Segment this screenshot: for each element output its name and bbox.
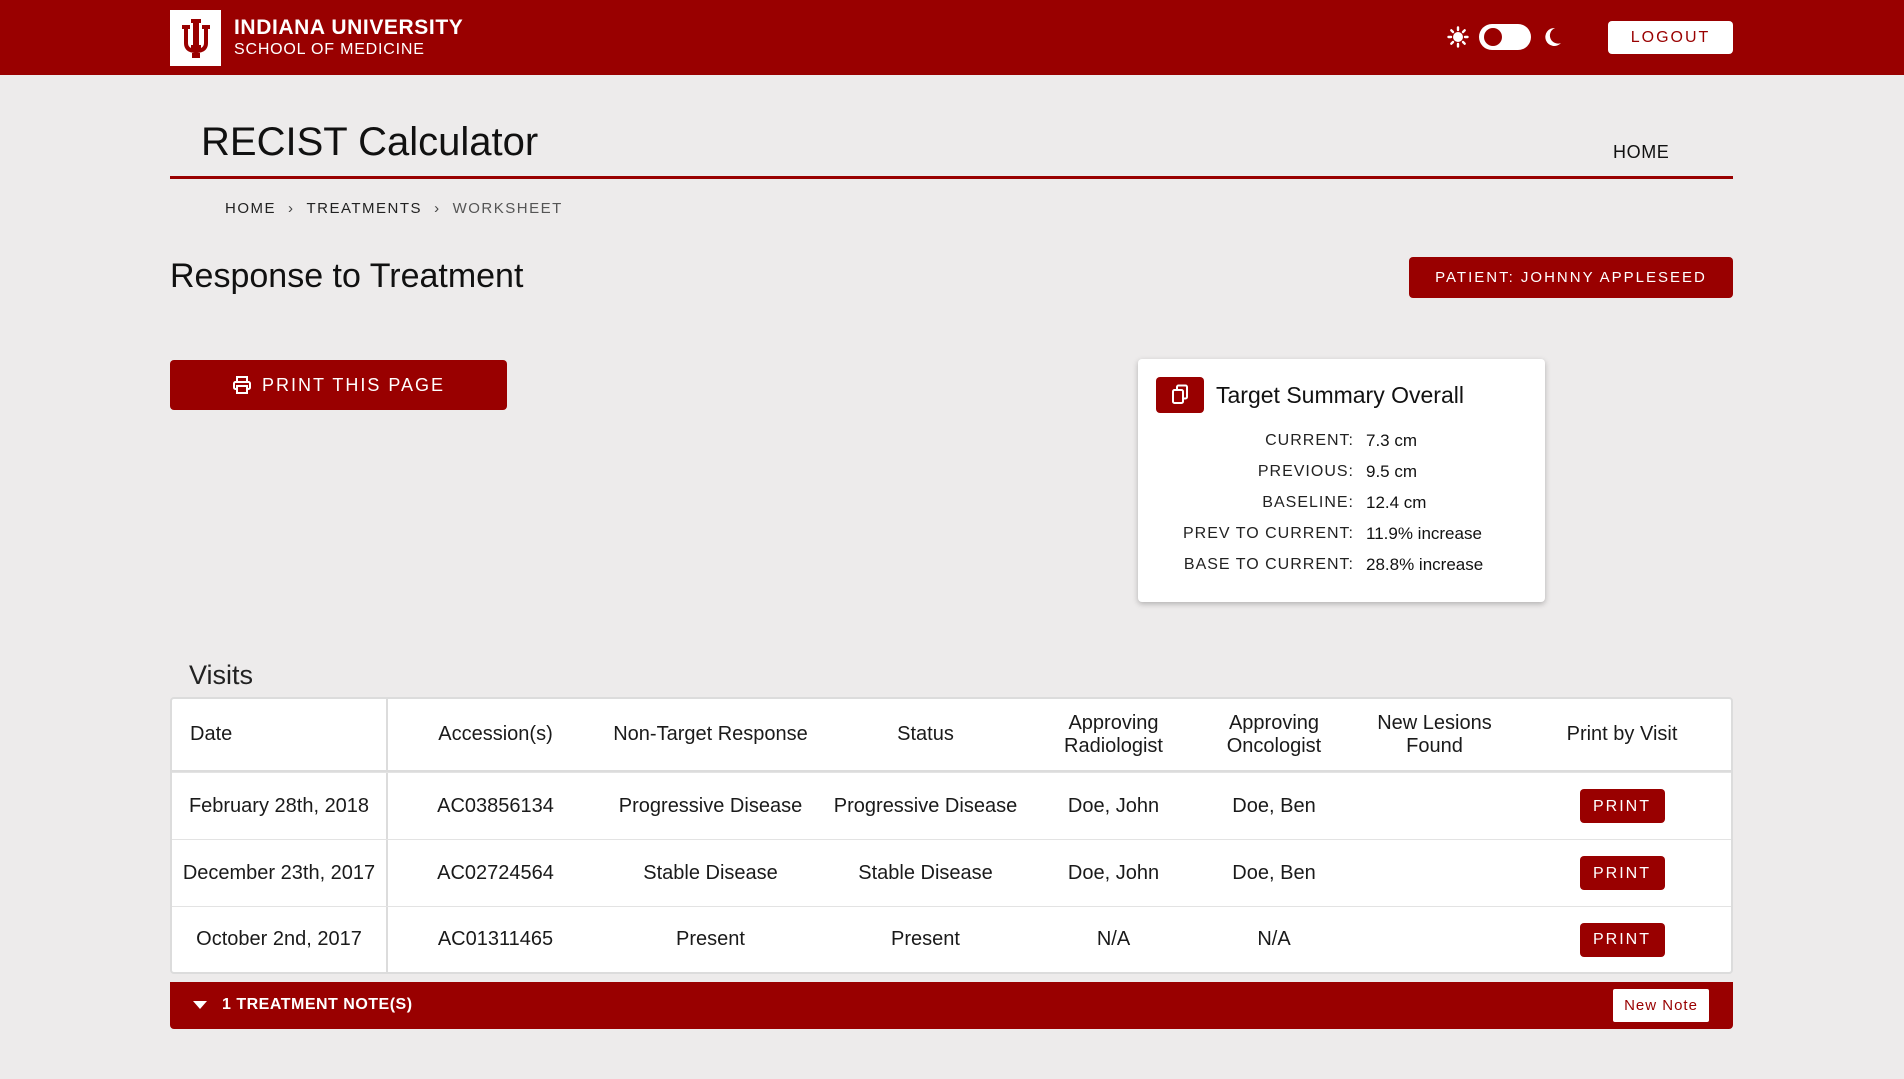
theme-switch[interactable] — [1479, 24, 1531, 50]
table-row: October 2nd, 2017 AC01311465 Present Pre… — [172, 906, 1731, 972]
summary-row-baseline: BASELINE: 12.4 cm — [1138, 487, 1545, 518]
table-row: February 28th, 2018 AC03856134 Progressi… — [172, 772, 1731, 839]
chevron-right-icon: › — [288, 200, 295, 217]
breadcrumb-treatments[interactable]: TREATMENTS — [307, 200, 423, 217]
patient-button[interactable]: PATIENT: JOHNNY APPLESEED — [1409, 257, 1733, 298]
top-bar: INDIANA UNIVERSITY SCHOOL OF MEDICINE LO… — [0, 0, 1904, 75]
print-page-button[interactable]: PRINT THIS PAGE — [170, 360, 507, 410]
new-note-button[interactable]: New Note — [1613, 989, 1709, 1022]
cell-status: Progressive Disease — [833, 794, 1018, 817]
treatment-notes-bar: 1 TREATMENT NOTE(S) New Note — [170, 982, 1733, 1029]
cell-radiologist: N/A — [1096, 928, 1131, 950]
breadcrumb-worksheet: WORKSHEET — [452, 200, 563, 217]
summary-row-current: CURRENT: 7.3 cm — [1138, 425, 1545, 456]
breadcrumb: HOME › TREATMENTS › WORKSHEET — [225, 200, 563, 217]
breadcrumb-home[interactable]: HOME — [225, 200, 276, 217]
summary-label: BASE TO CURRENT: — [1183, 555, 1354, 573]
summary-value: 9.5 cm — [1366, 461, 1418, 481]
cell-radiologist: Doe, John — [1067, 794, 1160, 817]
logout-button[interactable]: LOGOUT — [1608, 21, 1733, 54]
cell-accession: AC03856134 — [437, 794, 554, 817]
summary-value: 12.4 cm — [1366, 492, 1427, 512]
cell-date: October 2nd, 2017 — [172, 907, 388, 972]
cell-oncologist: N/A — [1257, 928, 1291, 950]
summary-title: Target Summary Overall — [1216, 382, 1464, 408]
summary-value: 7.3 cm — [1366, 430, 1418, 450]
summary-value: 28.8% increase — [1366, 554, 1484, 574]
cell-non-target-response: Stable Disease — [643, 861, 778, 884]
target-summary-card: Target Summary Overall CURRENT: 7.3 cm P… — [1138, 359, 1545, 602]
trident-icon — [181, 19, 210, 58]
sun-icon — [1447, 26, 1469, 48]
summary-row-prev-to-current: PREV TO CURRENT: 11.9% increase — [1138, 518, 1545, 549]
column-header-radiologist: Approving Radiologist — [1064, 711, 1163, 757]
column-header-new-lesions: New Lesions Found — [1377, 711, 1492, 757]
page-title: Response to Treatment — [170, 257, 524, 295]
cell-status: Present — [891, 928, 960, 950]
brand-line1: INDIANA UNIVERSITY — [234, 16, 464, 39]
notes-toggle-label: 1 TREATMENT NOTE(S) — [222, 996, 413, 1013]
column-header-date: Date — [172, 699, 388, 770]
brand-line2: SCHOOL OF MEDICINE — [234, 41, 425, 58]
visits-heading: Visits — [189, 660, 254, 690]
brand-name: INDIANA UNIVERSITY SCHOOL OF MEDICINE — [234, 16, 463, 60]
cell-date: December 23th, 2017 — [172, 840, 388, 906]
copy-icon — [1156, 377, 1204, 413]
nav-home-link[interactable]: HOME — [1613, 142, 1669, 163]
header-divider — [170, 176, 1733, 179]
app-title: RECIST Calculator — [201, 120, 539, 164]
column-header-non-target-response: Non-Target Response — [613, 723, 808, 745]
cell-non-target-response: Progressive Disease — [618, 794, 803, 817]
summary-row-previous: PREVIOUS: 9.5 cm — [1138, 456, 1545, 487]
cell-print: PRINT — [1515, 922, 1729, 957]
cell-print: PRINT — [1515, 856, 1729, 890]
summary-label: PREV TO CURRENT: — [1183, 524, 1354, 542]
moon-icon — [1545, 27, 1561, 46]
table-header-row: Date Accession(s) Non-Target Response St… — [172, 699, 1731, 772]
table-row: December 23th, 2017 AC02724564 Stable Di… — [172, 839, 1731, 906]
column-header-oncologist: Approving Oncologist — [1226, 711, 1322, 757]
summary-label: BASELINE: — [1262, 493, 1354, 511]
cell-oncologist: Doe, Ben — [1232, 794, 1316, 817]
print-visit-button[interactable]: PRINT — [1579, 856, 1665, 890]
cell-status: Stable Disease — [858, 861, 993, 884]
summary-row-base-to-current: BASE TO CURRENT: 28.8% increase — [1138, 549, 1545, 580]
iu-logo[interactable] — [170, 10, 221, 66]
summary-label: CURRENT: — [1265, 431, 1354, 449]
cell-accession: AC01311465 — [437, 928, 554, 950]
cell-date: February 28th, 2018 — [172, 773, 388, 839]
print-visit-button[interactable]: PRINT — [1579, 922, 1665, 957]
print-page-label: PRINT THIS PAGE — [261, 374, 446, 395]
visits-table: Date Accession(s) Non-Target Response St… — [170, 697, 1733, 974]
theme-toggle — [1447, 24, 1563, 50]
cell-print: PRINT — [1515, 789, 1729, 823]
cell-radiologist: Doe, John — [1067, 861, 1160, 884]
caret-down-icon — [193, 1001, 207, 1009]
theme-switch-knob — [1484, 28, 1502, 46]
cell-oncologist: Doe, Ben — [1232, 861, 1316, 884]
column-header-accession: Accession(s) — [438, 723, 553, 745]
chevron-right-icon: › — [434, 200, 441, 217]
column-header-print: Print by Visit — [1566, 723, 1678, 745]
summary-value: 11.9% increase — [1366, 523, 1482, 543]
column-header-status: Status — [897, 723, 954, 745]
print-visit-button[interactable]: PRINT — [1579, 789, 1665, 823]
cell-accession: AC02724564 — [437, 861, 554, 884]
cell-non-target-response: Present — [676, 928, 745, 950]
notes-toggle[interactable]: 1 TREATMENT NOTE(S) — [192, 996, 413, 1014]
summary-label: PREVIOUS: — [1257, 462, 1354, 480]
printer-icon — [232, 376, 251, 394]
summary-rows: CURRENT: 7.3 cm PREVIOUS: 9.5 cm BASELIN… — [1138, 425, 1545, 580]
